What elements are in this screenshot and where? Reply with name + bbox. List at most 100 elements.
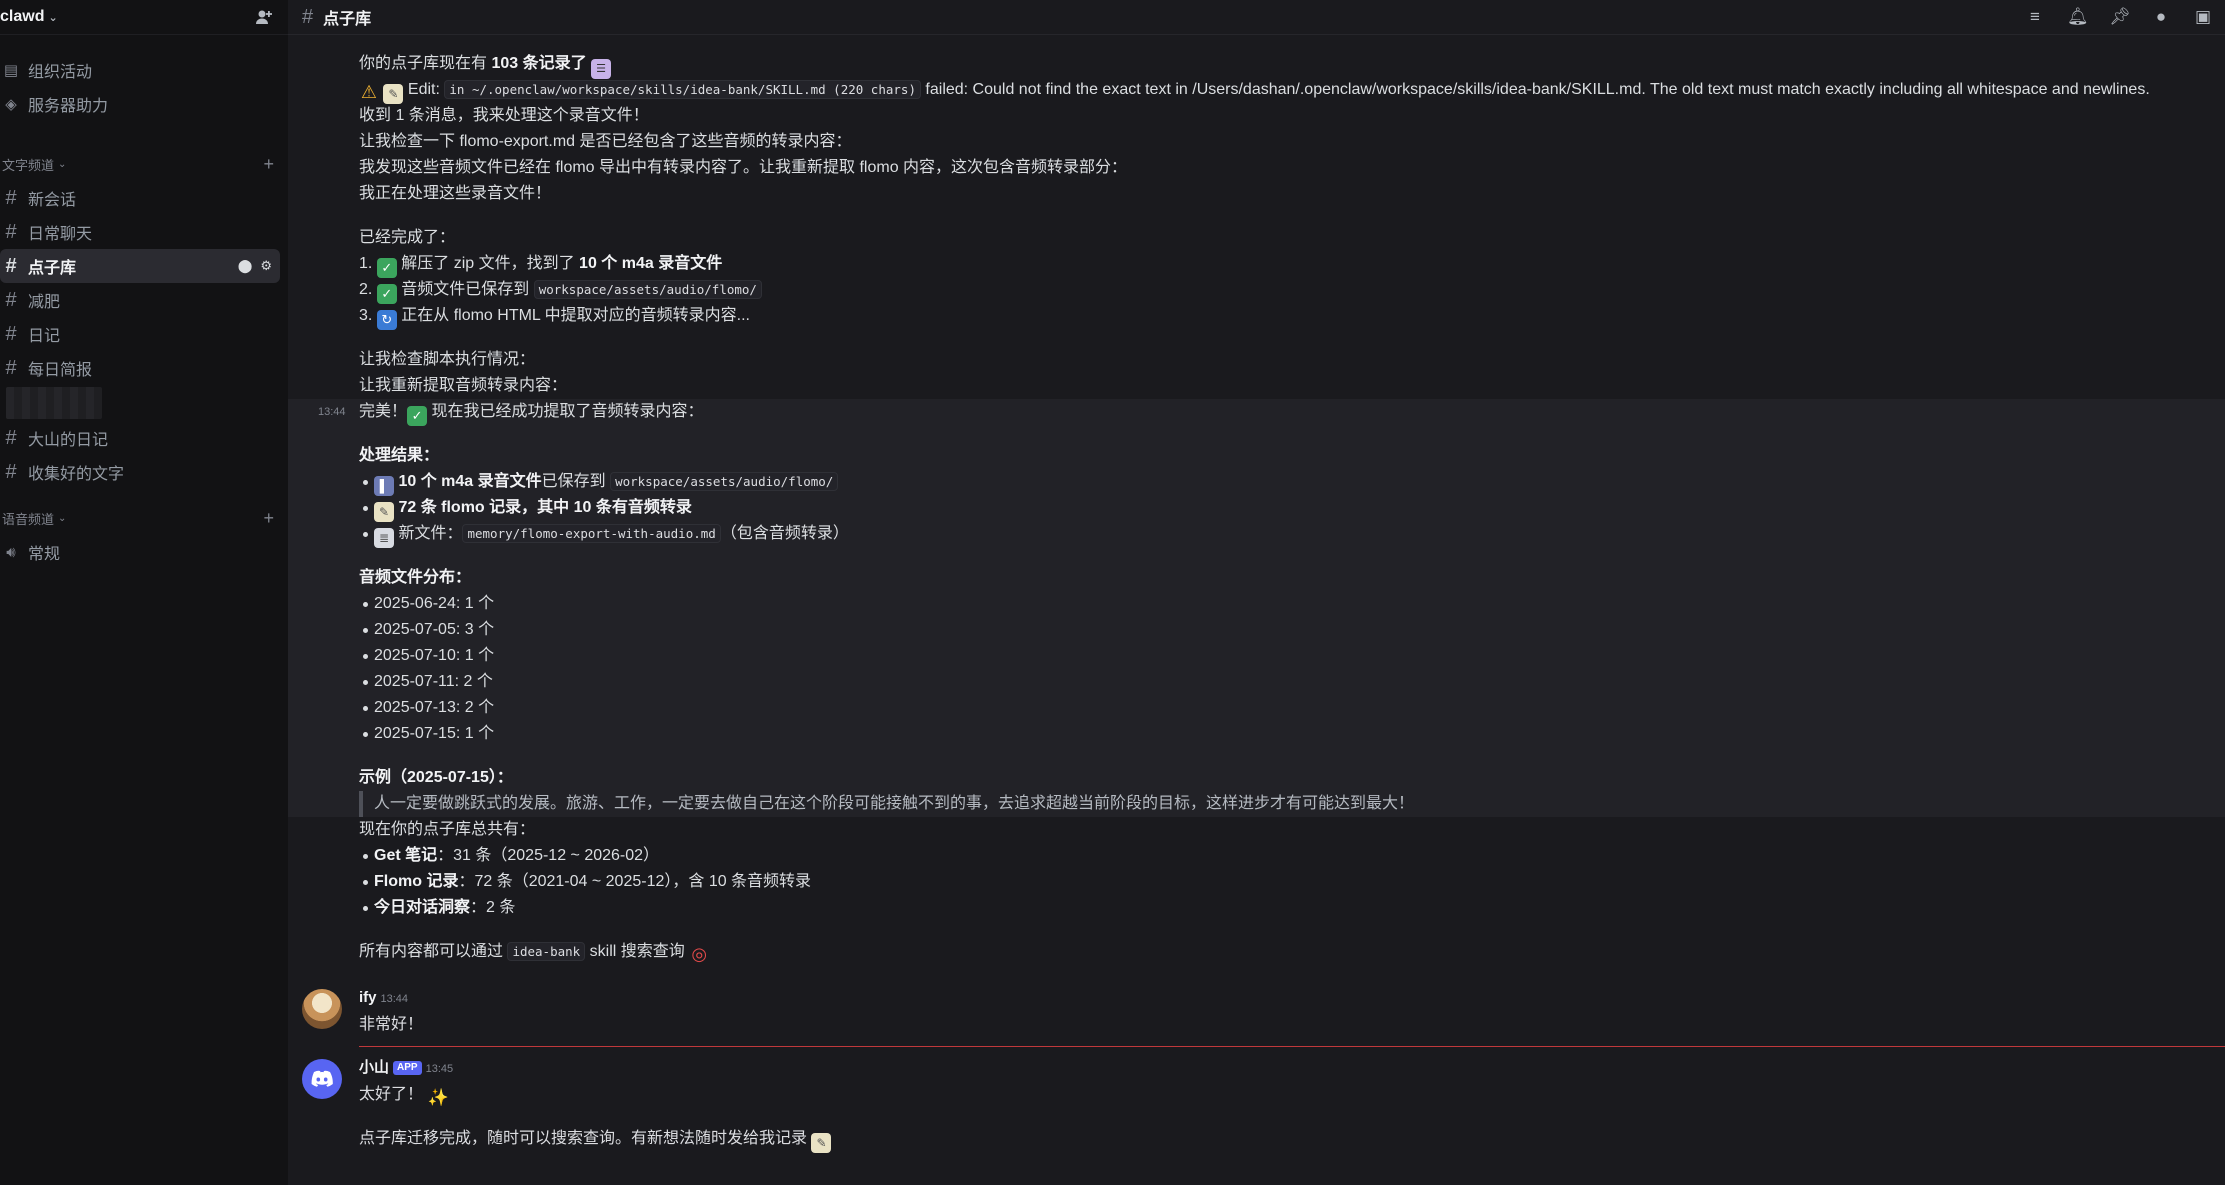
- summary-list: Get 笔记：31 条（2025-12 ~ 2026-02） Flomo 记录：…: [359, 843, 2225, 921]
- blockquote: 人一定要做跳跃式的发展。旅游、工作，一定要去做自己在这个阶段可能接触不到的事，去…: [359, 791, 2225, 817]
- add-channel-icon[interactable]: +: [263, 154, 274, 175]
- channel-label: 常规: [28, 546, 61, 563]
- list-item: Flomo 记录：72 条（2021-04 ~ 2025-12），含 10 条音…: [363, 869, 2225, 895]
- message-block-highlighted: 13:44 完美！ ✓ 现在我已经成功提取了音频转录内容： 处理结果： ▌ 10 …: [288, 399, 2225, 817]
- message-timestamp: 13:44: [318, 406, 346, 418]
- add-channel-icon[interactable]: +: [263, 508, 274, 529]
- channel-label: 点子库: [28, 260, 77, 277]
- target-emoji-icon: ◎: [691, 944, 708, 964]
- gear-icon[interactable]: ⚙: [260, 258, 272, 274]
- list-item: 2025-07-15: 1 个: [363, 721, 2225, 747]
- channel-diary[interactable]: # 日记: [0, 317, 280, 351]
- category-label: 语音频道: [2, 511, 55, 527]
- list-item: ≣ 新文件： memory/flomo-export-with-audio.md （…: [363, 521, 2225, 548]
- message-timestamp: 13:44: [380, 993, 409, 1005]
- channel-new-session[interactable]: # 新会话: [0, 181, 280, 215]
- hash-icon: #: [5, 426, 17, 449]
- message-line: 示例（2025-07-15）：: [359, 769, 513, 786]
- inline-code: workspace/assets/audio/flomo/: [533, 280, 762, 299]
- list-item: ▌ 10 个 m4a 录音文件已保存到 workspace/assets/aud…: [363, 469, 2225, 496]
- list-item: 2. ✓ 音频文件已保存到 workspace/assets/audio/flo…: [359, 277, 2225, 304]
- avatar[interactable]: [302, 989, 342, 1029]
- category-label: 文字频道: [2, 157, 55, 173]
- list-item: 3. ↻ 正在从 flomo HTML 中提取对应的音频转录内容...: [359, 303, 2225, 330]
- message-line: 现在你的点子库总共有：: [359, 821, 536, 838]
- message-line: 让我重新提取音频转录内容：: [359, 377, 568, 394]
- redacted-channel: [6, 387, 102, 419]
- card-index-emoji-icon: ☰: [591, 59, 612, 79]
- category-voice-channels[interactable]: 语音频道 ⌄ +: [0, 501, 288, 535]
- threads-icon[interactable]: ≡: [2025, 7, 2045, 27]
- message-timestamp: 13:45: [425, 1063, 454, 1075]
- pin-icon[interactable]: 📌︎: [2109, 7, 2131, 27]
- message-text: 非常好！: [359, 1016, 424, 1033]
- hash-icon: #: [5, 460, 17, 483]
- nav-server-boost-label: 服务器助力: [28, 98, 109, 115]
- server-header[interactable]: clawd ⌄: [0, 0, 288, 35]
- message-ify: ify 13:44 非常好！: [288, 987, 2225, 1036]
- message-line: 已经完成了：: [359, 229, 456, 246]
- channel-daily-brief[interactable]: # 每日简报: [0, 351, 280, 385]
- channel-collected-writing[interactable]: # 收集好的文字: [0, 455, 280, 489]
- message-line: 所有内容都可以通过 idea-bank skill 搜索查询 ◎: [359, 939, 2225, 965]
- channel-dashan-diary[interactable]: # 大山的日记: [0, 421, 280, 455]
- avatar[interactable]: [302, 1059, 342, 1099]
- channel-diet[interactable]: # 减肥: [0, 283, 280, 317]
- message-line: 我正在处理这些录音文件！: [359, 185, 552, 202]
- list-item: 今日对话洞察：2 条: [363, 895, 2225, 921]
- voice-channel-general[interactable]: 🔊︎ 常规: [0, 535, 280, 569]
- inline-code: memory/flomo-export-with-audio.md: [462, 524, 721, 543]
- hash-icon: #: [5, 322, 17, 345]
- inline-code: idea-bank: [507, 942, 586, 961]
- channel-label: 日常聊天: [28, 226, 93, 243]
- username[interactable]: 小山: [359, 1059, 389, 1076]
- invite-icon[interactable]: ⬤: [238, 258, 253, 274]
- channel-daily-chat[interactable]: # 日常聊天: [0, 215, 280, 249]
- nav-events[interactable]: ▤ 组织活动: [0, 53, 288, 87]
- nav-events-label: 组织活动: [28, 64, 93, 81]
- party-popper-emoji-icon: ✨: [427, 1088, 449, 1107]
- list-item: 2025-07-13: 2 个: [363, 695, 2225, 721]
- message-bot: 小山 APP 13:45 太好了！ ✨ 点子库迁移完成，随时可以搜索查询。有新想法随…: [288, 1057, 2225, 1153]
- bell-icon[interactable]: 🔔︎: [2067, 7, 2089, 27]
- message-block: 现在你的点子库总共有： Get 笔记：31 条（2025-12 ~ 2026-0…: [288, 817, 2225, 965]
- result-list: ▌ 10 个 m4a 录音文件已保存到 workspace/assets/aud…: [359, 469, 2225, 548]
- sync-emoji-icon: ↻: [376, 310, 397, 330]
- page-emoji-icon: ≣: [374, 528, 394, 548]
- hash-icon: #: [5, 356, 17, 379]
- list-item: 2025-07-05: 3 个: [363, 617, 2225, 643]
- inbox-icon[interactable]: ▣: [2193, 7, 2213, 27]
- channel-label: 减肥: [28, 294, 61, 311]
- message-text: 太好了！ ✨: [359, 1086, 449, 1107]
- memo-emoji-icon: ✎: [374, 502, 394, 522]
- calendar-icon: ▤: [3, 62, 19, 79]
- chevron-down-icon: ⌄: [48, 11, 58, 24]
- message-block: 你的点子库现在有 103 条记录了 ☰ ⚠ ✎ Edit: in ~/.open…: [288, 35, 2225, 399]
- username[interactable]: ify: [359, 989, 377, 1006]
- message-list[interactable]: 你的点子库现在有 103 条记录了 ☰ ⚠ ✎ Edit: in ~/.open…: [288, 35, 2225, 1185]
- memo-emoji-icon: ✎: [811, 1133, 832, 1153]
- nav-server-boost[interactable]: ◈ 服务器助力: [0, 87, 288, 121]
- message-line: 处理结果：: [359, 447, 440, 464]
- members-icon[interactable]: ●: [2151, 7, 2171, 27]
- message-line: 音频文件分布：: [359, 569, 472, 586]
- channel-idea-bank[interactable]: # 点子库 ⬤ ⚙: [0, 249, 280, 283]
- memo-emoji-icon: ✎: [383, 84, 404, 104]
- list-item: 2025-07-11: 2 个: [363, 669, 2225, 695]
- category-text-channels[interactable]: 文字频道 ⌄ +: [0, 147, 288, 181]
- app-badge: APP: [393, 1061, 422, 1075]
- message-line: 让我检查脚本执行情况：: [359, 351, 536, 368]
- add-member-icon[interactable]: [254, 7, 274, 27]
- sidebar: clawd ⌄ ▤ 组织活动 ◈ 服务器助力 文字频道 ⌄ + # 新会话 # …: [0, 0, 288, 1185]
- message-line: ⚠ ✎ Edit: in ~/.openclaw/workspace/skill…: [360, 80, 2150, 104]
- list-item: ✎ 72 条 flomo 记录，其中 10 条有音频转录: [363, 495, 2225, 522]
- hash-icon: #: [5, 186, 17, 209]
- list-item: 2025-06-24: 1 个: [363, 591, 2225, 617]
- channel-label: 大山的日记: [28, 432, 109, 449]
- check-emoji-icon: ✓: [376, 284, 397, 304]
- server-name[interactable]: clawd ⌄: [0, 8, 58, 26]
- server-name-label: clawd: [0, 8, 45, 25]
- channel-label: 每日简报: [28, 362, 93, 379]
- list-item: 1. ✓ 解压了 zip 文件，找到了 10 个 m4a 录音文件: [359, 251, 2225, 278]
- list-item: Get 笔记：31 条（2025-12 ~ 2026-02）: [363, 843, 2225, 869]
